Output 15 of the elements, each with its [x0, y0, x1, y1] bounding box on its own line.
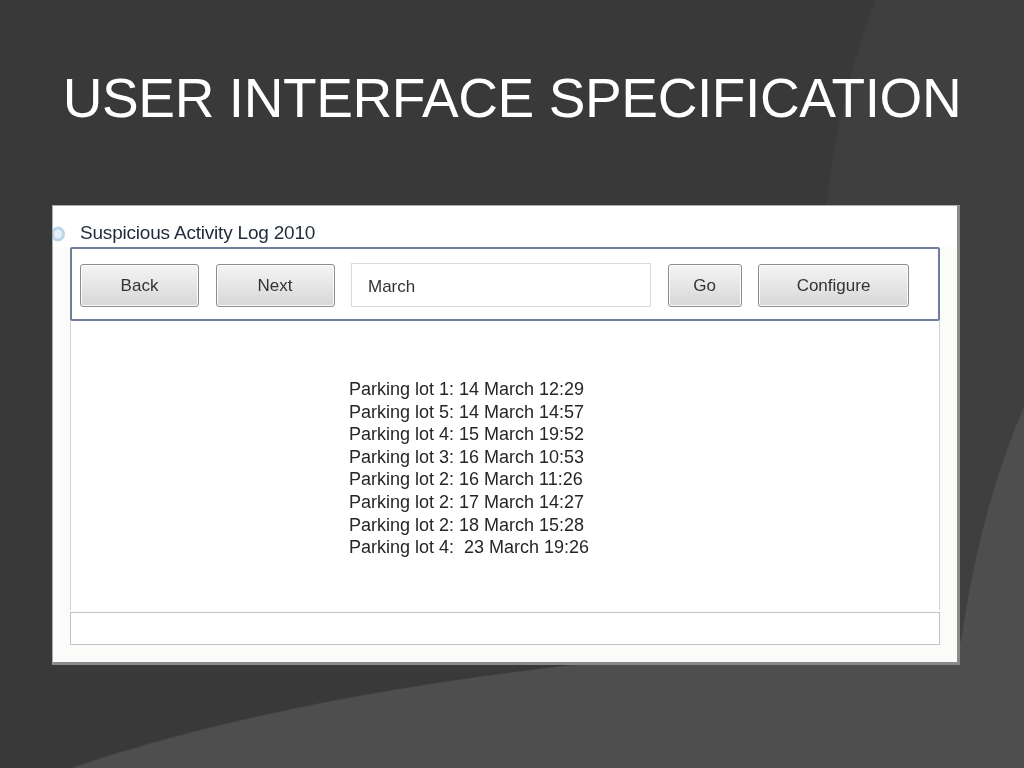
log-entry: Parking lot 2: 17 March 14:27	[349, 490, 585, 514]
log-entry: Parking lot 4: 23 March 19:26	[349, 536, 590, 559]
toolbar-button[interactable]: Next	[215, 264, 335, 307]
window-title: Suspicious Activity Log 2010	[80, 222, 316, 244]
log-entry: Parking lot 2: 18 March 15:28	[349, 513, 585, 537]
search-field[interactable]: March	[351, 263, 651, 307]
slide-title: USER INTERFACE SPECIFICATION	[61, 66, 963, 126]
log-entry: Parking lot 2: 16 March 11:26	[349, 468, 583, 491]
toolbar-button[interactable]: Configure	[758, 264, 909, 307]
toolbar-button[interactable]: Back	[80, 264, 199, 307]
log-entry: Parking lot 5: 14 March 14:57	[349, 400, 585, 424]
log-entry: Parking lot 4: 15 March 19:52	[349, 423, 585, 446]
toolbar-button[interactable]: Go	[667, 264, 742, 307]
log-entry: Parking lot 1: 14 March 12:29	[349, 378, 585, 401]
log-entry: Parking lot 3: 16 March 10:53	[349, 445, 585, 469]
